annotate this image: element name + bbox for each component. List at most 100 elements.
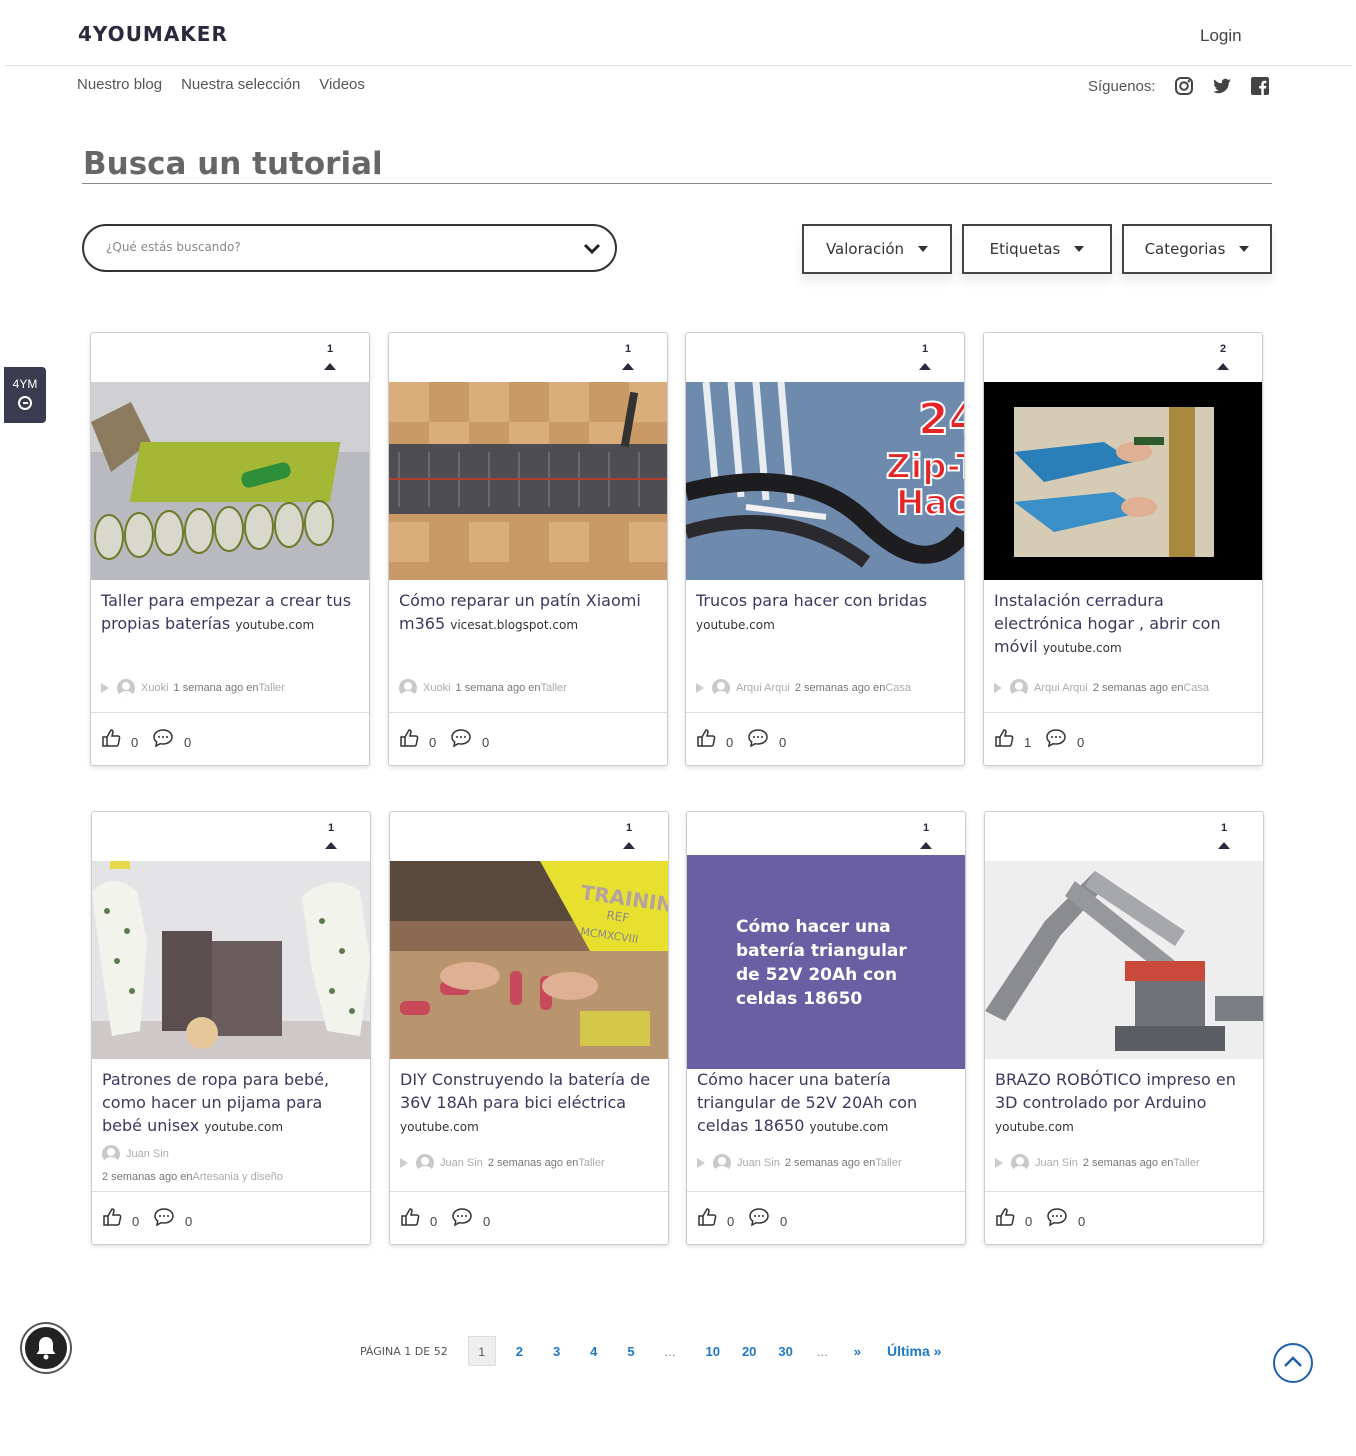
- upvote-icon[interactable]: [920, 842, 932, 849]
- comment-icon[interactable]: [1047, 1207, 1067, 1227]
- card-thumbnail[interactable]: Cómo hacer una batería triangular de 52V…: [687, 855, 965, 1069]
- page-ellipsis: ...: [664, 1343, 676, 1359]
- page-last[interactable]: Última »: [887, 1343, 941, 1359]
- page-ellipsis: ...: [816, 1343, 828, 1359]
- card-author[interactable]: Juan Sin: [1035, 1157, 1078, 1169]
- vote-widget[interactable]: 1: [323, 343, 337, 370]
- page-link-30[interactable]: 30: [778, 1344, 792, 1359]
- comment-icon[interactable]: [153, 728, 173, 748]
- side-widget-tab[interactable]: 4YM: [4, 367, 46, 423]
- filter-etiquetas[interactable]: Etiquetas: [962, 224, 1112, 274]
- card-title[interactable]: Instalación cerradura electrónica hogar …: [994, 589, 1256, 660]
- card-title[interactable]: Cómo hacer una batería triangular de 52V…: [697, 1068, 959, 1139]
- upvote-icon[interactable]: [325, 842, 337, 849]
- card-category[interactable]: Taller: [875, 1157, 901, 1169]
- thumbs-up-icon[interactable]: [101, 728, 121, 748]
- page-link-20[interactable]: 20: [742, 1344, 756, 1359]
- card-title[interactable]: BRAZO ROBÓTICO impreso en 3D controlado …: [995, 1068, 1257, 1139]
- card-author[interactable]: Juan Sin: [126, 1148, 169, 1160]
- upvote-icon[interactable]: [623, 842, 635, 849]
- upvote-icon[interactable]: [1218, 842, 1230, 849]
- page-link-4[interactable]: 4: [590, 1344, 597, 1359]
- vote-widget[interactable]: 1: [919, 822, 933, 849]
- card-thumbnail[interactable]: [91, 382, 369, 580]
- page-link-10[interactable]: 10: [705, 1344, 719, 1359]
- thumbs-up-icon[interactable]: [400, 1207, 420, 1227]
- card-meta: Arqui Arqui 2 semanas ago en Casa: [696, 679, 958, 697]
- card-title[interactable]: Patrones de ropa para bebé, como hacer u…: [102, 1068, 364, 1139]
- card-author[interactable]: Xuoki: [423, 682, 451, 694]
- card-author[interactable]: Xuoki: [141, 682, 169, 694]
- comment-icon[interactable]: [748, 728, 768, 748]
- comment-icon[interactable]: [1046, 728, 1066, 748]
- page-link-5[interactable]: 5: [627, 1344, 634, 1359]
- filter-categorias[interactable]: Categorias: [1122, 224, 1272, 274]
- card-thumbnail[interactable]: TRAININ REF MCMXCVIII: [390, 861, 668, 1059]
- page-next[interactable]: »: [854, 1344, 861, 1359]
- notification-bell-button[interactable]: [22, 1324, 70, 1372]
- comment-icon[interactable]: [749, 1207, 769, 1227]
- vote-count: 1: [327, 822, 335, 834]
- instagram-icon[interactable]: [1174, 76, 1194, 96]
- page-link-2[interactable]: 2: [516, 1344, 523, 1359]
- search-box[interactable]: [82, 224, 617, 272]
- vote-widget[interactable]: 1: [324, 822, 338, 849]
- card-footer: 0 0: [686, 712, 964, 766]
- thumbs-up-icon[interactable]: [102, 1207, 122, 1227]
- page-link-3[interactable]: 3: [553, 1344, 560, 1359]
- thumbs-up-icon[interactable]: [995, 1207, 1015, 1227]
- card-title[interactable]: DIY Construyendo la batería de 36V 18Ah …: [400, 1068, 662, 1139]
- nav-nuestro-blog[interactable]: Nuestro blog: [77, 76, 162, 93]
- chevron-down-icon[interactable]: [583, 240, 601, 258]
- comment-icon[interactable]: [154, 1207, 174, 1227]
- card-thumbnail[interactable]: [389, 382, 667, 580]
- comment-icon[interactable]: [451, 728, 471, 748]
- vote-widget[interactable]: 1: [1217, 822, 1231, 849]
- vote-widget[interactable]: 1: [918, 343, 932, 370]
- card-thumbnail[interactable]: [985, 861, 1263, 1059]
- card-title[interactable]: Trucos para hacer con bridas youtube.com: [696, 589, 958, 637]
- tutorial-card: 1 BRAZO ROBÓTICO impreso en 3D controlad…: [984, 811, 1264, 1245]
- upvote-icon[interactable]: [324, 363, 336, 370]
- card-author[interactable]: Arqui Arqui: [736, 682, 790, 694]
- card-category[interactable]: Casa: [1183, 682, 1209, 694]
- card-thumbnail[interactable]: 24 Zip-T Hack: [686, 382, 964, 580]
- thumbs-up-icon[interactable]: [994, 728, 1014, 748]
- card-thumbnail[interactable]: [984, 382, 1262, 580]
- nav-videos[interactable]: Videos: [319, 76, 365, 93]
- avatar: [102, 1145, 120, 1163]
- card-author[interactable]: Juan Sin: [440, 1157, 483, 1169]
- card-author[interactable]: Arqui Arqui: [1034, 682, 1088, 694]
- card-category[interactable]: Taller: [259, 682, 285, 694]
- card-category[interactable]: Taller: [1173, 1157, 1199, 1169]
- card-category[interactable]: Artesania y diseño: [193, 1171, 284, 1183]
- vote-widget[interactable]: 1: [621, 343, 635, 370]
- thumbs-up-icon[interactable]: [696, 728, 716, 748]
- twitter-icon[interactable]: [1212, 76, 1232, 96]
- login-link[interactable]: Login: [1200, 26, 1242, 46]
- upvote-icon[interactable]: [919, 363, 931, 370]
- card-thumbnail[interactable]: [92, 861, 370, 1059]
- card-category[interactable]: Taller: [541, 682, 567, 694]
- card-title[interactable]: Cómo reparar un patín Xiaomi m365 vicesa…: [399, 589, 661, 637]
- vote-widget[interactable]: 2: [1216, 343, 1230, 370]
- card-title[interactable]: Taller para empezar a crear tus propias …: [101, 589, 363, 637]
- nav-nuestra-seleccion[interactable]: Nuestra selección: [181, 76, 300, 93]
- scroll-to-top-button[interactable]: [1273, 1343, 1313, 1383]
- filter-valoracion[interactable]: Valoración: [802, 224, 952, 274]
- card-category[interactable]: Casa: [885, 682, 911, 694]
- thumbs-up-icon[interactable]: [697, 1207, 717, 1227]
- caret-down-icon: [1074, 246, 1085, 252]
- site-logo[interactable]: 4YOUMAKER: [78, 22, 228, 46]
- upvote-icon[interactable]: [1217, 363, 1229, 370]
- vote-count: 1: [624, 343, 632, 355]
- thumbs-up-icon[interactable]: [399, 728, 419, 748]
- like-count: 1: [1024, 735, 1032, 750]
- card-category[interactable]: Taller: [578, 1157, 604, 1169]
- upvote-icon[interactable]: [622, 363, 634, 370]
- card-author[interactable]: Juan Sin: [737, 1157, 780, 1169]
- facebook-icon[interactable]: [1250, 76, 1270, 96]
- vote-widget[interactable]: 1: [622, 822, 636, 849]
- comment-icon[interactable]: [452, 1207, 472, 1227]
- search-input[interactable]: [106, 240, 566, 254]
